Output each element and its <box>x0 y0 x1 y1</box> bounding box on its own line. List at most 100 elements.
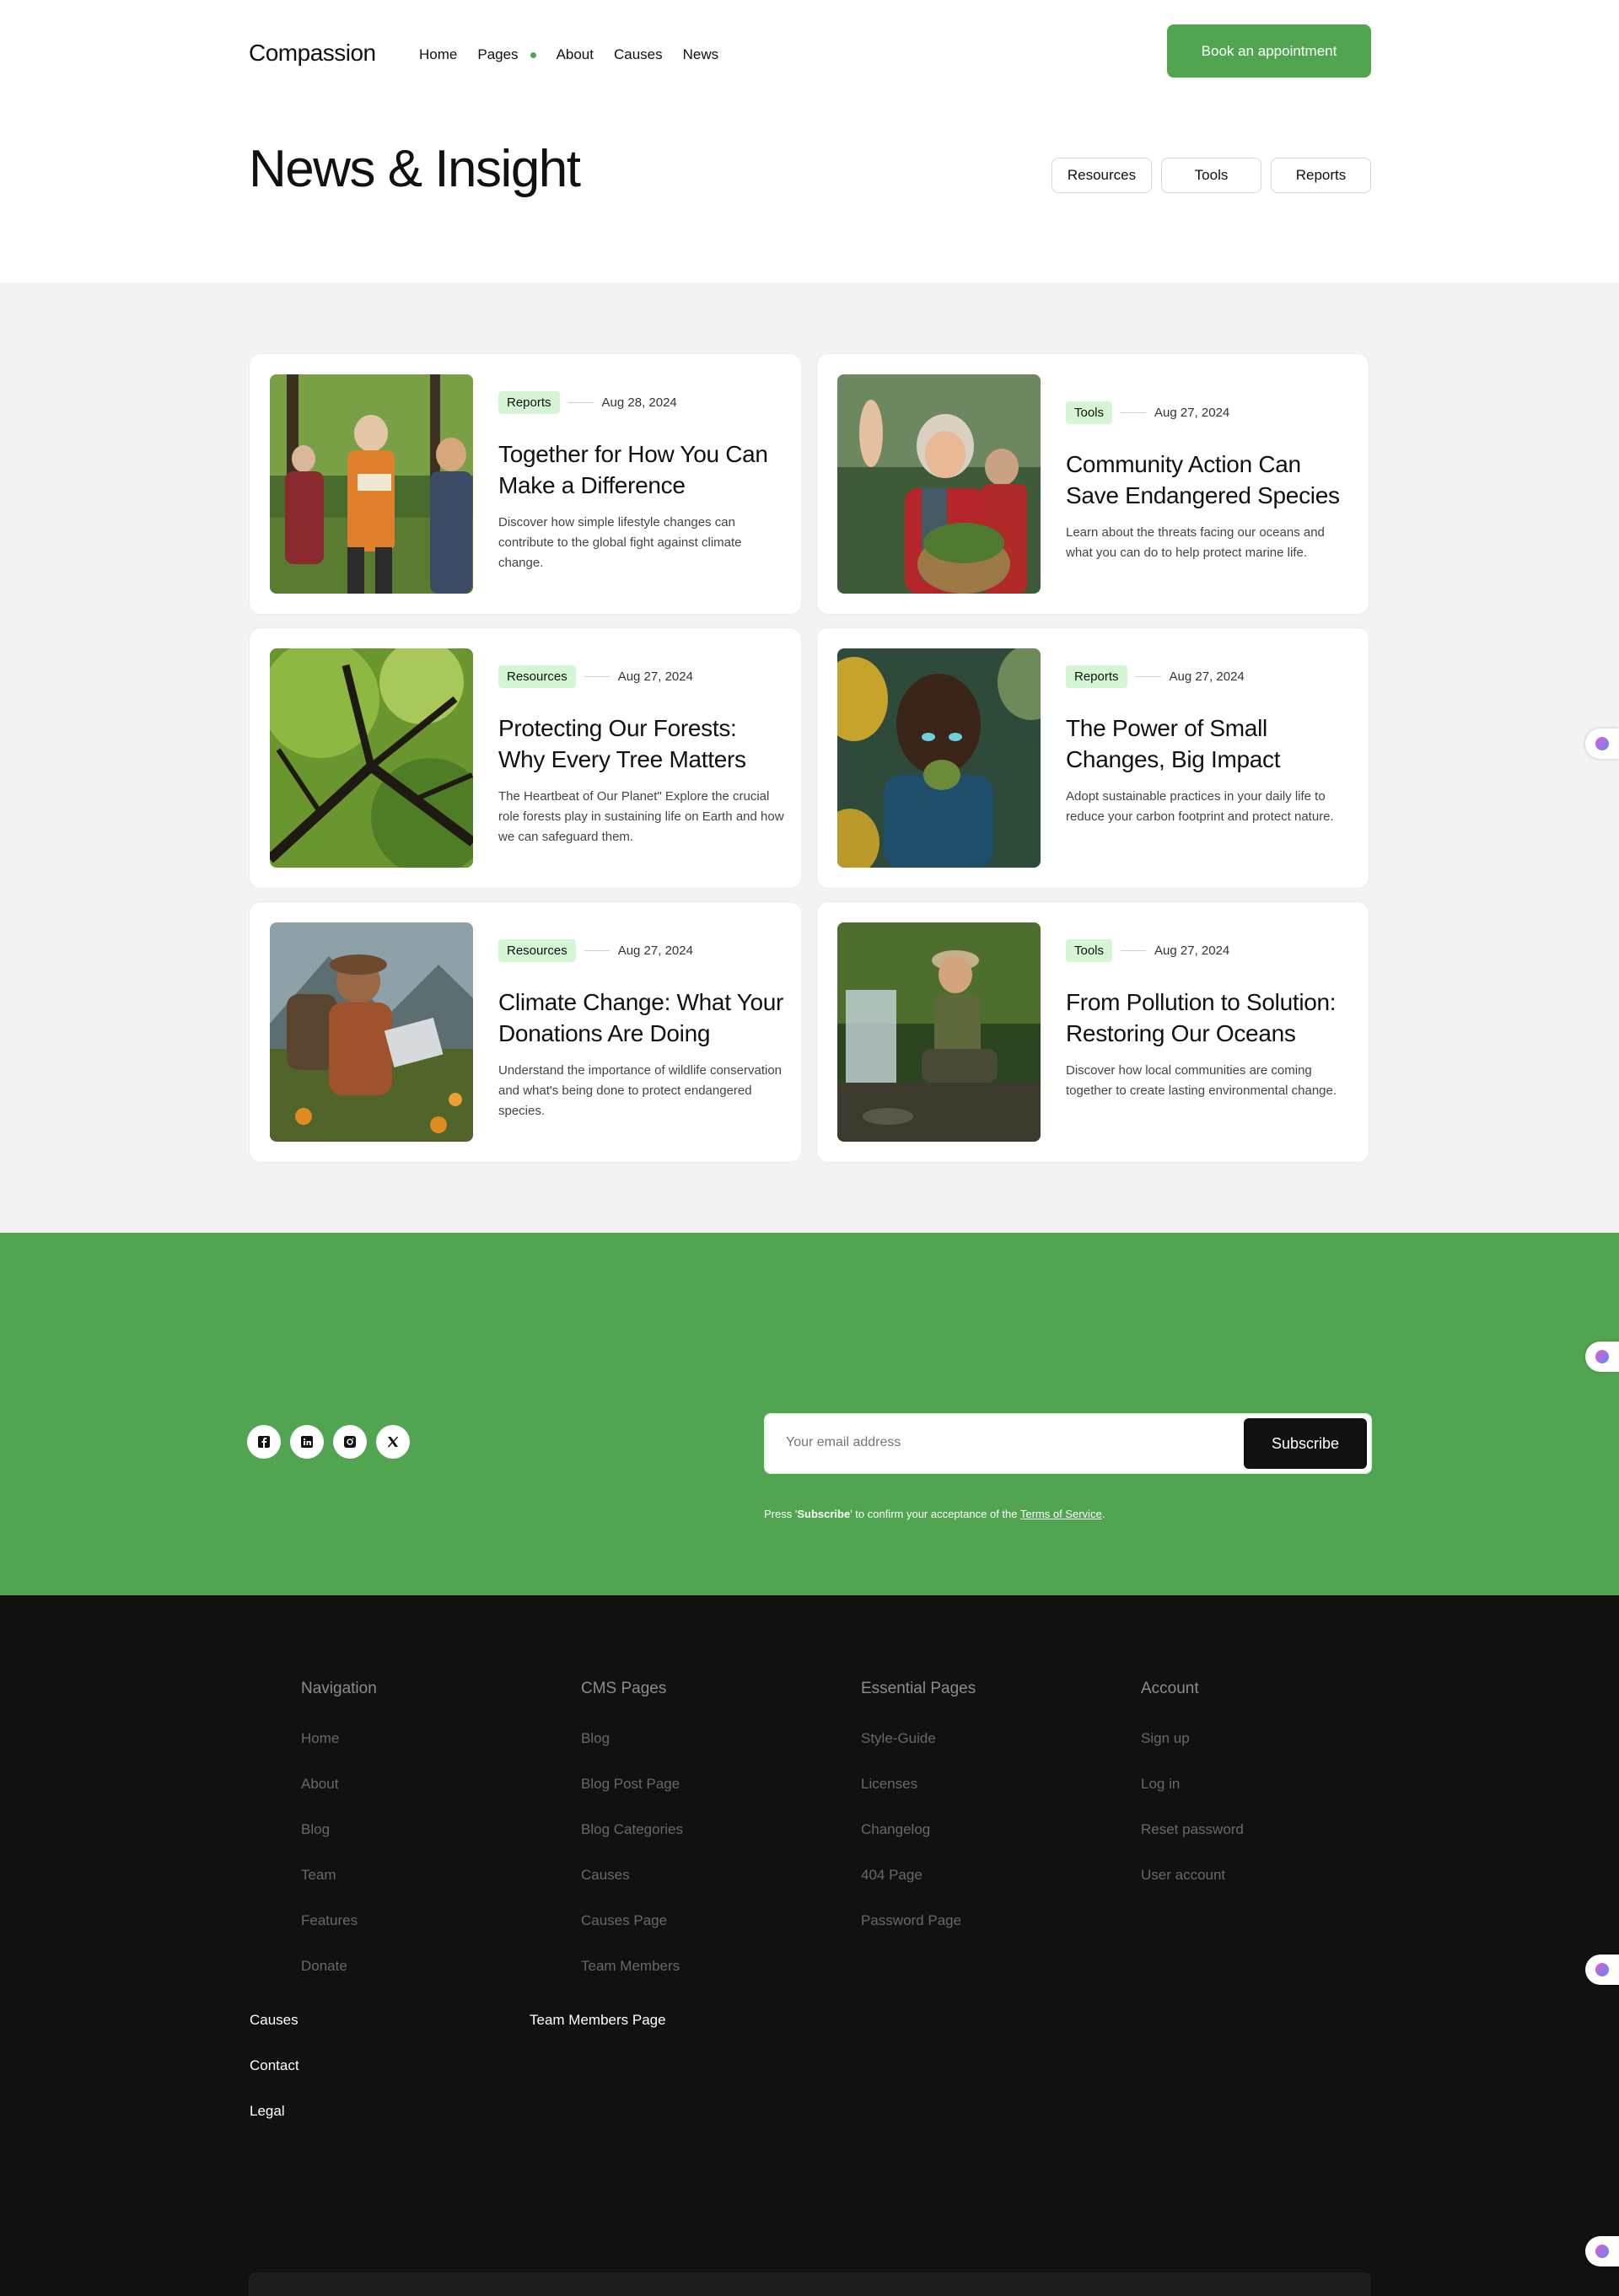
card-date: Aug 27, 2024 <box>1169 669 1245 684</box>
card-image <box>837 922 1041 1142</box>
footer-link[interactable]: Sign up <box>1141 1730 1244 1776</box>
floating-widget-icon[interactable] <box>1585 2236 1619 2266</box>
card-date: Aug 28, 2024 <box>601 395 677 410</box>
footer-link[interactable]: Reset password <box>1141 1821 1244 1867</box>
subscribe-button[interactable]: Subscribe <box>1244 1418 1367 1469</box>
footer-link[interactable]: Team <box>301 1867 377 1912</box>
footer-link[interactable]: Blog <box>301 1821 377 1867</box>
footer-extra-link[interactable]: Causes <box>250 2012 299 2029</box>
news-card[interactable]: Tools Aug 27, 2024 From Pollution to Sol… <box>816 901 1369 1163</box>
terms-link[interactable]: Terms of Service <box>1020 1508 1102 1520</box>
card-meta: Resources Aug 27, 2024 <box>498 665 693 688</box>
footer-extra-link[interactable]: Contact <box>250 2057 299 2074</box>
book-appointment-button[interactable]: Book an appointment <box>1167 24 1371 78</box>
terms-prefix: Press ' <box>764 1508 798 1520</box>
floating-widget-icon[interactable] <box>1585 1342 1619 1372</box>
nav-pages-label: Pages <box>477 46 519 62</box>
footer-link[interactable]: Team Members <box>581 1958 683 2003</box>
news-card[interactable]: Reports Aug 28, 2024 Together for How Yo… <box>249 353 802 615</box>
footer-link[interactable]: Style-Guide <box>861 1730 976 1776</box>
card-meta: Resources Aug 27, 2024 <box>498 939 693 962</box>
card-description: Learn about the threats facing our ocean… <box>1066 525 1325 560</box>
card-title[interactable]: Protecting Our Forests: Why Every Tree M… <box>498 712 785 775</box>
nav-about[interactable]: About <box>557 46 594 63</box>
footer-link[interactable]: Password Page <box>861 1912 976 1958</box>
divider <box>1121 412 1147 413</box>
footer-column-title: CMS Pages <box>581 1680 667 1697</box>
card-tag[interactable]: Reports <box>1066 665 1127 688</box>
card-title[interactable]: From Pollution to Solution: Restoring Ou… <box>1066 987 1353 1049</box>
facebook-icon[interactable] <box>247 1425 281 1459</box>
footer-column-account: Account Sign up Log in Reset password Us… <box>1141 1680 1244 1912</box>
newsletter-section: Subscribe Press 'Subscribe' to confirm y… <box>0 1233 1619 1595</box>
footer-column-cms-pages: CMS Pages Blog Blog Post Page Blog Categ… <box>581 1680 683 2003</box>
card-title[interactable]: Together for How You Can Make a Differen… <box>498 438 785 501</box>
footer-column-navigation: Navigation Home About Blog Team Features… <box>301 1680 377 2003</box>
card-title[interactable]: Climate Change: What Your Donations Are … <box>498 987 785 1049</box>
news-card[interactable]: Resources Aug 27, 2024 Climate Change: W… <box>249 901 802 1163</box>
x-icon[interactable] <box>376 1425 410 1459</box>
card-image <box>837 374 1041 594</box>
card-image <box>270 648 473 868</box>
main-nav: Home Pages About Causes News <box>419 46 739 63</box>
footer-bottom-bar <box>249 2272 1371 2296</box>
floating-widget-icon[interactable] <box>1585 729 1619 759</box>
terms-suffix: . <box>1101 1508 1105 1520</box>
divider <box>1135 676 1161 677</box>
card-date: Aug 27, 2024 <box>1154 944 1230 958</box>
card-meta: Reports Aug 28, 2024 <box>498 391 677 414</box>
card-title[interactable]: The Power of Small Changes, Big Impact <box>1066 712 1353 775</box>
email-input[interactable] <box>786 1435 1208 1450</box>
terms-note: Press 'Subscribe' to confirm your accept… <box>764 1508 1105 1520</box>
footer-link[interactable]: Log in <box>1141 1776 1244 1821</box>
divider <box>1121 950 1147 951</box>
footer-link[interactable]: Causes Page <box>581 1912 683 1958</box>
card-tag[interactable]: Resources <box>498 939 576 962</box>
page-title: News & Insight <box>249 140 581 198</box>
footer-link[interactable]: Donate <box>301 1958 377 2003</box>
news-card[interactable]: Resources Aug 27, 2024 Protecting Our Fo… <box>249 627 802 889</box>
footer-link[interactable]: Blog Post Page <box>581 1776 683 1821</box>
nav-news[interactable]: News <box>683 46 719 63</box>
footer-link[interactable]: Causes <box>581 1867 683 1912</box>
nav-pages[interactable]: Pages <box>477 46 536 63</box>
card-tag[interactable]: Tools <box>1066 401 1113 424</box>
card-description: The Heartbeat of Our Planet" Explore the… <box>498 789 784 844</box>
footer-link[interactable]: About <box>301 1776 377 1821</box>
instagram-icon[interactable] <box>333 1425 367 1459</box>
card-description: Adopt sustainable practices in your dail… <box>1066 789 1334 824</box>
footer-extra-link[interactable]: Team Members Page <box>530 2012 666 2029</box>
card-date: Aug 27, 2024 <box>617 669 693 684</box>
footer-link[interactable]: Blog <box>581 1730 683 1776</box>
footer-link[interactable]: Home <box>301 1730 377 1776</box>
card-tag[interactable]: Resources <box>498 665 576 688</box>
card-meta: Reports Aug 27, 2024 <box>1066 665 1245 688</box>
nav-home[interactable]: Home <box>419 46 457 63</box>
footer-extra-link[interactable]: Legal <box>250 2103 285 2120</box>
card-description: Discover how simple lifestyle changes ca… <box>498 515 742 570</box>
card-tag[interactable]: Reports <box>498 391 560 414</box>
footer-link[interactable]: Changelog <box>861 1821 976 1867</box>
floating-widget-icon[interactable] <box>1585 1955 1619 1985</box>
footer-link[interactable]: Blog Categories <box>581 1821 683 1867</box>
logo[interactable]: Compassion <box>249 40 376 67</box>
subscribe-form: Subscribe <box>764 1413 1372 1474</box>
card-image <box>270 922 473 1142</box>
footer-column-essential-pages: Essential Pages Style-Guide Licenses Cha… <box>861 1680 976 1958</box>
nav-causes[interactable]: Causes <box>614 46 663 63</box>
footer-link[interactable]: Features <box>301 1912 377 1958</box>
news-card[interactable]: Tools Aug 27, 2024 Community Action Can … <box>816 353 1369 615</box>
footer-link[interactable]: User account <box>1141 1867 1244 1912</box>
filter-reports[interactable]: Reports <box>1271 158 1371 193</box>
news-card[interactable]: Reports Aug 27, 2024 The Power of Small … <box>816 627 1369 889</box>
card-date: Aug 27, 2024 <box>1154 406 1230 420</box>
card-tag[interactable]: Tools <box>1066 939 1113 962</box>
card-title[interactable]: Community Action Can Save Endangered Spe… <box>1066 449 1353 511</box>
divider <box>584 950 610 951</box>
linkedin-icon[interactable] <box>290 1425 324 1459</box>
filter-tools[interactable]: Tools <box>1161 158 1261 193</box>
divider <box>584 676 610 677</box>
filter-resources[interactable]: Resources <box>1052 158 1152 193</box>
footer-link[interactable]: 404 Page <box>861 1867 976 1912</box>
footer-link[interactable]: Licenses <box>861 1776 976 1821</box>
